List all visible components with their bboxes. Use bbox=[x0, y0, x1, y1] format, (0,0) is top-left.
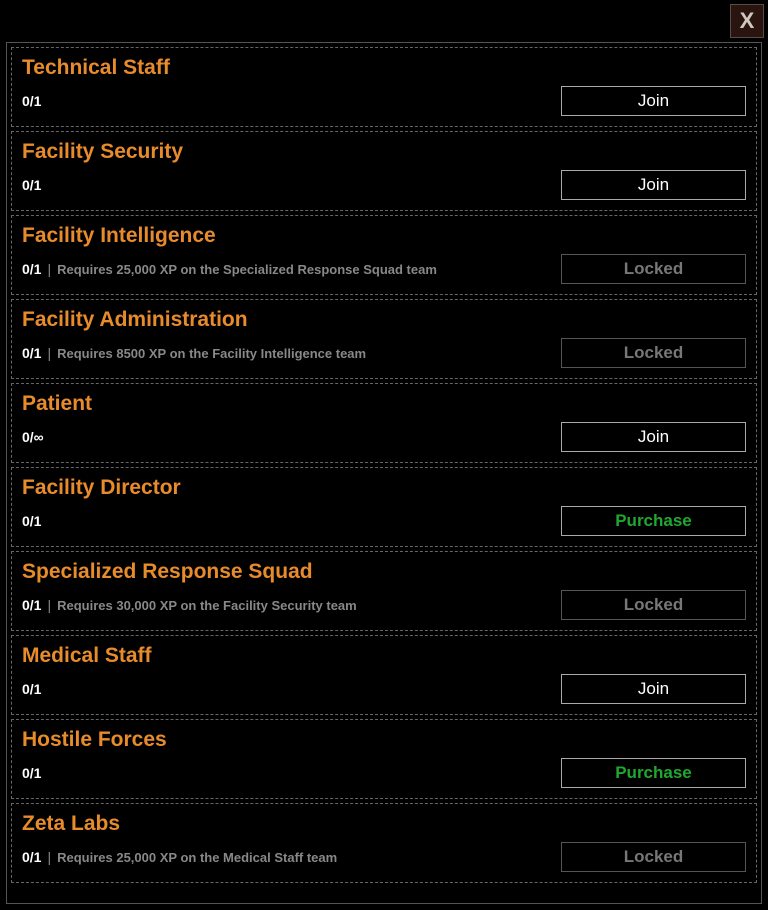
team-count: 0/1 bbox=[22, 597, 41, 613]
team-title: Hostile Forces bbox=[22, 728, 746, 752]
team-card: Facility Director 0/1 Purchase bbox=[11, 467, 757, 547]
separator: | bbox=[47, 597, 51, 613]
locked-button: Locked bbox=[561, 254, 746, 284]
team-count: 0/∞ bbox=[22, 429, 44, 445]
team-requirement: Requires 8500 XP on the Facility Intelli… bbox=[57, 346, 366, 361]
team-card: Facility Security 0/1 Join bbox=[11, 131, 757, 211]
team-requirement: Requires 25,000 XP on the Specialized Re… bbox=[57, 262, 437, 277]
team-title: Technical Staff bbox=[22, 56, 746, 80]
team-row: 0/1 Purchase bbox=[22, 506, 746, 536]
join-button[interactable]: Join bbox=[561, 86, 746, 116]
join-button[interactable]: Join bbox=[561, 422, 746, 452]
team-title: Facility Administration bbox=[22, 308, 746, 332]
team-row: 0/1 | Requires 25,000 XP on the Specialize… bbox=[22, 254, 746, 284]
join-button[interactable]: Join bbox=[561, 674, 746, 704]
team-row: 0/1 | Requires 8500 XP on the Facility Int… bbox=[22, 338, 746, 368]
separator: | bbox=[47, 849, 51, 865]
team-count: 0/1 bbox=[22, 177, 41, 193]
team-title: Specialized Response Squad bbox=[22, 560, 746, 584]
team-row: 0/1 Join bbox=[22, 170, 746, 200]
team-info: 0/1 bbox=[22, 513, 41, 529]
team-count: 0/1 bbox=[22, 93, 41, 109]
team-info: 0/∞ bbox=[22, 429, 44, 445]
team-requirement: Requires 25,000 XP on the Medical Staff … bbox=[57, 850, 337, 865]
team-card: Technical Staff 0/1 Join bbox=[11, 47, 757, 127]
team-card: Facility Administration 0/1 | Requires 8500… bbox=[11, 299, 757, 379]
team-title: Patient bbox=[22, 392, 746, 416]
team-row: 0/1 | Requires 30,000 XP on the Facility S… bbox=[22, 590, 746, 620]
team-count: 0/1 bbox=[22, 513, 41, 529]
team-count: 0/1 bbox=[22, 345, 41, 361]
close-button[interactable]: X bbox=[730, 4, 764, 38]
team-row: 0/1 | Requires 25,000 XP on the Medical St… bbox=[22, 842, 746, 872]
team-card: Zeta Labs 0/1 | Requires 25,000 XP on the M… bbox=[11, 803, 757, 883]
team-info: 0/1 bbox=[22, 681, 41, 697]
team-info: 0/1 bbox=[22, 765, 41, 781]
purchase-button[interactable]: Purchase bbox=[561, 506, 746, 536]
team-list-panel: Technical Staff 0/1 Join Facility Security 0… bbox=[6, 42, 762, 904]
team-info: 0/1 | Requires 8500 XP on the Facility Int… bbox=[22, 345, 366, 361]
team-info: 0/1 bbox=[22, 93, 41, 109]
team-info: 0/1 bbox=[22, 177, 41, 193]
team-card: Specialized Response Squad 0/1 | Requires 3… bbox=[11, 551, 757, 631]
team-title: Zeta Labs bbox=[22, 812, 746, 836]
team-row: 0/∞ Join bbox=[22, 422, 746, 452]
team-card: Patient 0/∞ Join bbox=[11, 383, 757, 463]
team-info: 0/1 | Requires 30,000 XP on the Facility S… bbox=[22, 597, 357, 613]
close-icon: X bbox=[740, 8, 755, 34]
team-count: 0/1 bbox=[22, 765, 41, 781]
team-row: 0/1 Join bbox=[22, 86, 746, 116]
team-card: Facility Intelligence 0/1 | Requires 25,000… bbox=[11, 215, 757, 295]
team-row: 0/1 Join bbox=[22, 674, 746, 704]
team-title: Medical Staff bbox=[22, 644, 746, 668]
team-count: 0/1 bbox=[22, 681, 41, 697]
team-info: 0/1 | Requires 25,000 XP on the Medical St… bbox=[22, 849, 337, 865]
purchase-button[interactable]: Purchase bbox=[561, 758, 746, 788]
separator: | bbox=[47, 345, 51, 361]
team-count: 0/1 bbox=[22, 261, 41, 277]
locked-button: Locked bbox=[561, 338, 746, 368]
locked-button: Locked bbox=[561, 590, 746, 620]
team-row: 0/1 Purchase bbox=[22, 758, 746, 788]
team-title: Facility Security bbox=[22, 140, 746, 164]
team-count: 0/1 bbox=[22, 849, 41, 865]
team-title: Facility Intelligence bbox=[22, 224, 746, 248]
separator: | bbox=[47, 261, 51, 277]
locked-button: Locked bbox=[561, 842, 746, 872]
team-title: Facility Director bbox=[22, 476, 746, 500]
team-card: Medical Staff 0/1 Join bbox=[11, 635, 757, 715]
team-requirement: Requires 30,000 XP on the Facility Secur… bbox=[57, 598, 357, 613]
team-info: 0/1 | Requires 25,000 XP on the Specialize… bbox=[22, 261, 437, 277]
join-button[interactable]: Join bbox=[561, 170, 746, 200]
team-card: Hostile Forces 0/1 Purchase bbox=[11, 719, 757, 799]
